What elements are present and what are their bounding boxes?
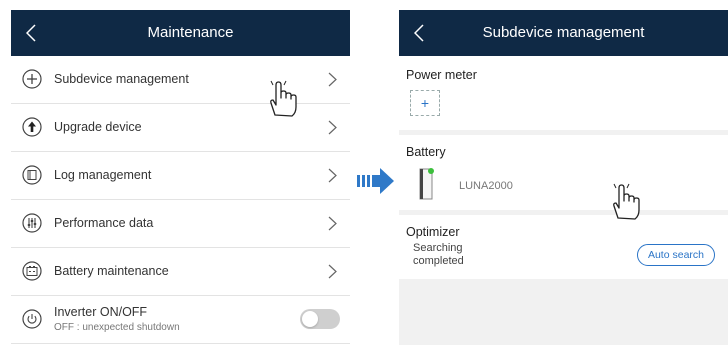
menu-item-label: Log management [54, 168, 152, 182]
status-line: completed [413, 255, 464, 267]
power-meter-section: Power meter + [399, 56, 728, 130]
optimizer-section: Optimizer Searching completed Auto searc… [399, 215, 728, 279]
sliders-icon [22, 213, 42, 233]
menu-item-label: Inverter ON/OFF [54, 305, 148, 319]
chevron-right-icon [328, 216, 337, 231]
status-line: Searching [413, 242, 463, 254]
add-power-meter-button[interactable]: + [410, 90, 440, 116]
battery-section: Battery LUNA2000 [399, 135, 728, 210]
menu-item-label: Battery maintenance [54, 264, 169, 278]
menu-item-inverter-on-off: Inverter ON/OFF OFF : unexpected shutdow… [11, 296, 350, 344]
menu-item-performance-data[interactable]: Performance data [11, 200, 350, 248]
chevron-right-icon [328, 120, 337, 135]
menu-item-label: Subdevice management [54, 72, 189, 86]
hand-pointer-icon [270, 80, 297, 117]
menu-item-log-management[interactable]: Log management [11, 152, 350, 200]
maintenance-header: Maintenance [11, 10, 350, 56]
chevron-right-icon [328, 72, 337, 87]
section-title: Optimizer [406, 225, 460, 239]
arrow-right-icon [357, 168, 394, 194]
menu-item-label: Performance data [54, 216, 154, 230]
upload-circle-icon [22, 117, 42, 137]
hand-pointer-icon [613, 183, 640, 220]
inverter-status-sublabel: OFF : unexpected shutdown [54, 322, 180, 333]
auto-search-button[interactable]: Auto search [637, 244, 715, 266]
toggle-knob [302, 311, 318, 327]
chevron-right-icon [328, 264, 337, 279]
chevron-right-icon [328, 168, 337, 183]
subdevice-header: Subdevice management [399, 10, 728, 56]
maintenance-screen: Maintenance Subdevice management Upgrade… [11, 10, 350, 345]
log-icon [22, 165, 42, 185]
menu-item-battery-maintenance[interactable]: Battery maintenance [11, 248, 350, 296]
battery-device-icon [419, 168, 434, 200]
battery-device-name: LUNA2000 [459, 180, 513, 192]
menu-item-label: Upgrade device [54, 120, 142, 134]
section-title: Power meter [406, 68, 477, 82]
page-title: Maintenance [147, 24, 234, 41]
inverter-toggle[interactable] [300, 309, 340, 329]
plus-circle-icon [22, 69, 42, 89]
optimizer-search-status: Searching completed [413, 242, 464, 268]
section-title: Battery [406, 145, 446, 159]
power-icon [22, 309, 42, 329]
page-title: Subdevice management [482, 24, 645, 41]
subdevice-management-screen: Subdevice management Power meter + Batte… [399, 10, 728, 345]
battery-icon [22, 261, 42, 281]
